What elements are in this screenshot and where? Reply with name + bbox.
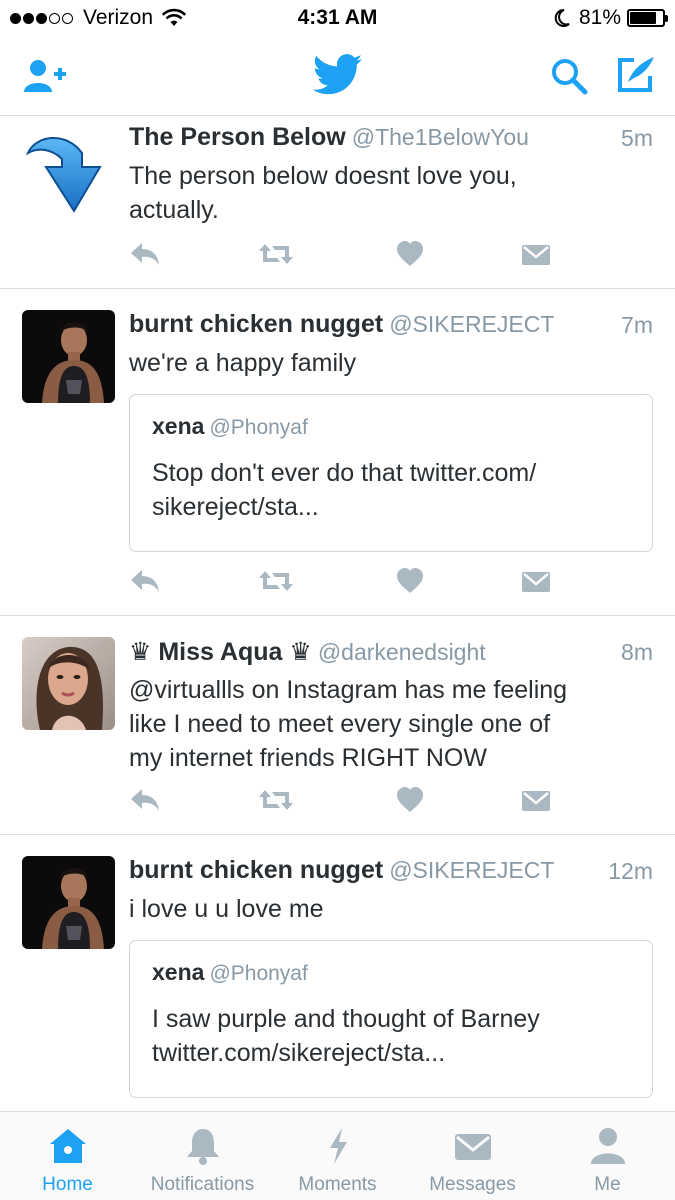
tab-messages[interactable]: Messages: [405, 1112, 540, 1200]
like-icon[interactable]: [396, 240, 424, 273]
display-name[interactable]: ♛ Miss Aqua ♛: [129, 638, 312, 666]
tweet-text-line: The person below doesnt love you,: [129, 162, 517, 190]
quoted-tweet[interactable]: xena @Phonyaf I saw purple and thought of…: [129, 940, 653, 1098]
avatar[interactable]: [22, 123, 115, 216]
direct-message-icon[interactable]: [521, 567, 551, 600]
tab-label: Home: [42, 1174, 93, 1195]
blue-arrow-icon: [25, 137, 102, 213]
retweet-icon[interactable]: [258, 786, 294, 819]
tab-label: Messages: [429, 1174, 516, 1195]
tweet-text-line: we're a happy family: [129, 349, 357, 377]
profile-photo: [22, 310, 115, 403]
tweet-text-line: @virtuallls on Instagram has me feeling: [129, 676, 568, 704]
avatar[interactable]: [22, 310, 115, 403]
profile-photo: [22, 637, 115, 730]
tweet-text-line: actually.: [129, 196, 219, 224]
battery-area: 81%: [553, 6, 668, 30]
tweet-time: 7m: [621, 312, 653, 338]
tweet-text-line: my internet friends RIGHT NOW: [129, 744, 487, 772]
quoted-display-name: xena: [152, 413, 205, 439]
bell-icon: [186, 1129, 219, 1165]
envelope-icon: [454, 1134, 491, 1160]
status-bar: Verizon 4:31 AM 81%: [0, 0, 675, 40]
display-name[interactable]: The Person Below: [129, 123, 346, 151]
display-name[interactable]: burnt chicken nugget: [129, 310, 383, 338]
profile-photo: [22, 856, 115, 949]
tweet[interactable]: ♛ Miss Aqua ♛ @darkenedsight 8m @virtuall…: [0, 616, 675, 835]
tweet-text: i love u u love me: [129, 892, 653, 926]
battery-icon: [627, 9, 668, 27]
quoted-tweet-text: Stop don't ever do that twitter.com/ sik…: [152, 456, 630, 524]
tab-me[interactable]: Me: [540, 1112, 675, 1200]
person-icon: [590, 1128, 625, 1164]
tweet[interactable]: burnt chicken nugget @SIKEREJECT 12m i lo…: [0, 835, 675, 1111]
tab-notifications[interactable]: Notifications: [135, 1112, 270, 1200]
timeline-feed[interactable]: The Person Below @The1BelowYou 5m The per…: [0, 117, 675, 1111]
tab-home[interactable]: Home: [0, 1112, 135, 1200]
user-handle[interactable]: @darkenedsight: [318, 639, 486, 665]
home-icon: [49, 1129, 86, 1163]
direct-message-icon[interactable]: [521, 240, 551, 273]
tab-label: Notifications: [150, 1174, 255, 1195]
tweet[interactable]: burnt chicken nugget @SIKEREJECT 7m we're…: [0, 289, 675, 616]
battery-percent: 81%: [578, 6, 621, 29]
direct-message-icon[interactable]: [521, 786, 551, 819]
tweet-time: 8m: [621, 639, 653, 665]
quoted-text-line[interactable]: twitter.com/sikereject/sta...: [152, 1036, 630, 1070]
avatar[interactable]: [22, 637, 115, 730]
quoted-text-line: I saw purple and thought of Barney: [152, 1005, 540, 1033]
avatar[interactable]: [22, 856, 115, 949]
tab-label: Moments: [298, 1174, 377, 1195]
tweet-actions: [129, 567, 553, 599]
quoted-tweet-text: I saw purple and thought of Barney twitt…: [152, 1002, 630, 1070]
quoted-tweet[interactable]: xena @Phonyaf Stop don't ever do that twi…: [129, 394, 653, 552]
retweet-icon[interactable]: [258, 240, 294, 273]
twitter-bird-icon[interactable]: [313, 54, 363, 96]
search-icon[interactable]: [549, 56, 589, 96]
tweet-text: @virtuallls on Instagram has me feeling …: [129, 673, 653, 775]
tweet-text: we're a happy family: [129, 346, 653, 380]
tab-moments[interactable]: Moments: [270, 1112, 405, 1200]
like-icon[interactable]: [396, 567, 424, 600]
reply-icon[interactable]: [129, 240, 161, 273]
tweet-text-line: i love u u love me: [129, 895, 324, 923]
tweet-time: 12m: [608, 858, 653, 884]
quoted-text-line[interactable]: sikereject/sta...: [152, 490, 630, 524]
quoted-text-line[interactable]: Stop don't ever do that twitter.com/: [152, 456, 630, 490]
tweet-time: 5m: [621, 125, 653, 151]
tweet-text: The person below doesnt love you, actual…: [129, 159, 653, 227]
compose-tweet-icon[interactable]: [614, 54, 656, 96]
display-name[interactable]: burnt chicken nugget: [129, 856, 383, 884]
tab-label: Me: [594, 1174, 621, 1195]
quoted-display-name: xena: [152, 959, 205, 985]
moon-icon: [554, 8, 570, 27]
tweet-actions: [129, 786, 553, 818]
reply-icon[interactable]: [129, 567, 161, 600]
quoted-user-handle: @Phonyaf: [209, 962, 308, 985]
tweet[interactable]: The Person Below @The1BelowYou 5m The per…: [0, 117, 675, 289]
bottom-tab-bar: Home Notifications Moments Messages Me: [0, 1111, 675, 1200]
top-nav-bar: [0, 40, 675, 116]
user-handle[interactable]: @SIKEREJECT: [389, 311, 554, 337]
like-icon[interactable]: [396, 786, 424, 819]
add-user-icon[interactable]: [22, 58, 68, 94]
user-handle[interactable]: @The1BelowYou: [352, 124, 529, 150]
lightning-icon: [329, 1128, 347, 1164]
retweet-icon[interactable]: [258, 567, 294, 600]
user-handle[interactable]: @SIKEREJECT: [389, 857, 554, 883]
tweet-actions: [129, 240, 553, 272]
quoted-user-handle: @Phonyaf: [209, 416, 308, 439]
reply-icon[interactable]: [129, 786, 161, 819]
tweet-text-line: like I need to meet every single one of: [129, 710, 551, 738]
